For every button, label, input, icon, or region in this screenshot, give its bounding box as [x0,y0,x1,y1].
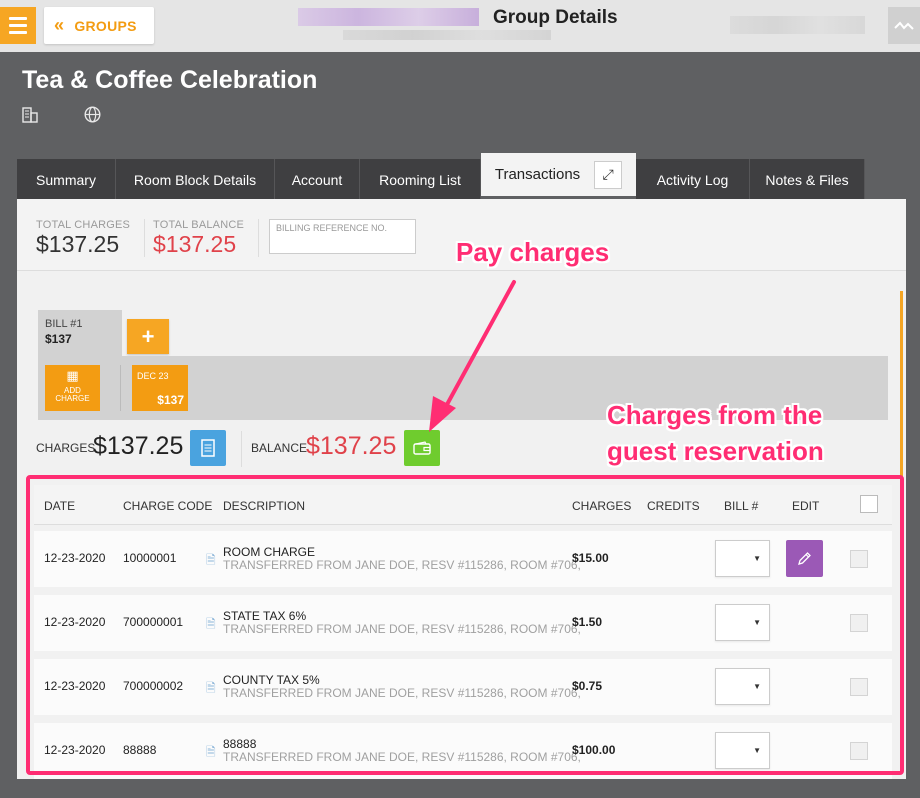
double-chevron-left-icon: « [54,15,65,35]
wallet-icon [413,441,431,455]
document-icon [201,439,215,457]
redacted-user [730,16,865,34]
pay-charges-button[interactable] [404,430,440,466]
bill-tab-1[interactable]: BILL #1 $137 [38,310,122,359]
page-heading: Group Details [493,7,618,28]
scrollbar[interactable] [900,291,903,481]
tab-bar: Summary Room Block Details Account Roomi… [17,153,865,200]
tab-rooming-list[interactable]: Rooming List [360,159,481,200]
print-bill-button[interactable] [190,430,226,466]
bill-balance-label: BALANCE [251,441,308,455]
activity-button[interactable] [888,7,920,44]
day-amount: $137 [157,393,184,407]
groups-back-button[interactable]: « GROUPS [44,7,154,44]
group-title: Tea & Coffee Celebration [22,66,318,94]
add-bill-button[interactable]: + [127,319,169,354]
day-tile-dec-23[interactable]: DEC 23 $137 [132,365,188,411]
add-charge-button[interactable]: ▦ ADD CHARGE [45,365,100,411]
activity-icon [894,21,914,30]
hamburger-icon [9,17,27,20]
total-balance-value: $137.25 [153,231,237,257]
calculator-icon: ▦ [66,368,79,383]
day-label: DEC 23 [137,371,169,381]
bill-charges-value: $137.25 [93,432,184,460]
bill-amount: $137 [45,332,72,346]
building-icon[interactable] [22,106,38,128]
globe-icon[interactable] [84,106,101,128]
tab-transactions[interactable]: Transactions ⤢ [481,153,636,196]
charges-annotation-line1: Charges from the [607,400,823,430]
menu-button[interactable] [0,7,36,44]
total-balance-label: TOTAL BALANCE [153,219,245,231]
charges-annotation-line2: guest reservation [607,436,824,466]
total-charges-label: TOTAL CHARGES [36,219,131,231]
charges-highlight-box [26,475,904,775]
redacted-subtitle [343,30,551,40]
pay-charges-annotation: Pay charges [456,237,610,267]
tab-notes-files[interactable]: Notes & Files [750,159,865,200]
tab-summary[interactable]: Summary [17,159,116,200]
total-charges-value: $137.25 [36,231,120,257]
tab-activity-log[interactable]: Activity Log [636,159,750,200]
top-bar: « GROUPS Group Details [0,0,920,52]
plus-icon: + [141,323,155,349]
bill-balance-value: $137.25 [306,432,397,460]
tab-transactions-label: Transactions [494,166,581,183]
tab-account[interactable]: Account [275,159,360,200]
bill-name: BILL #1 [45,318,83,330]
redacted-property-name [298,8,479,26]
billing-reference-input[interactable]: BILLING REFERENCE NO. [269,219,416,254]
bill-charges-label: CHARGES [36,441,96,455]
groups-label: GROUPS [74,17,137,34]
expand-icon[interactable]: ⤢ [594,160,623,189]
tab-room-block-details[interactable]: Room Block Details [116,159,275,200]
